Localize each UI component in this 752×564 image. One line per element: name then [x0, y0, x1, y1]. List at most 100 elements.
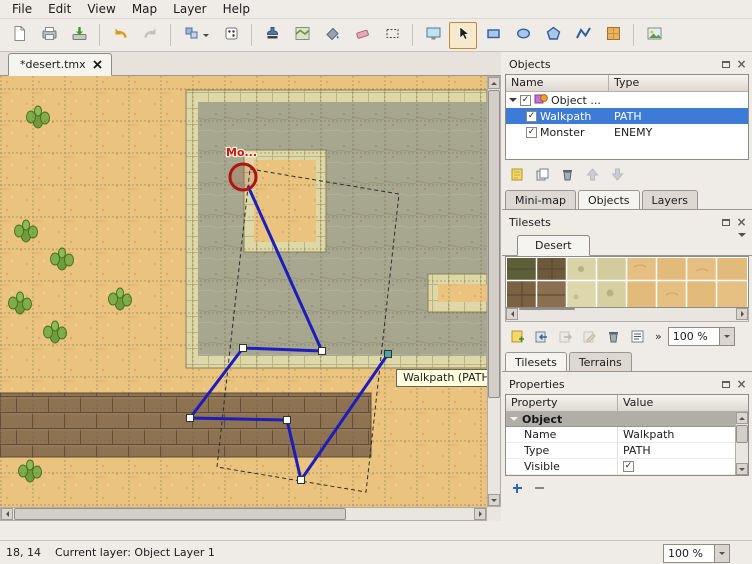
- right-arrow-icon: [479, 511, 485, 517]
- map-zoom-combo[interactable]: 100 %: [663, 544, 730, 563]
- visibility-checkbox[interactable]: [520, 95, 531, 106]
- remove-object-button[interactable]: [557, 164, 577, 184]
- new-object-button[interactable]: [507, 164, 527, 184]
- edit-tileset-button[interactable]: [579, 326, 599, 346]
- lower-object-button[interactable]: [607, 164, 627, 184]
- redo-button[interactable]: [136, 22, 164, 49]
- vertical-scroll-thumb[interactable]: [488, 90, 500, 398]
- expander-icon[interactable]: [510, 417, 518, 425]
- property-group-object[interactable]: Object: [506, 412, 748, 427]
- visibility-checkbox[interactable]: [526, 127, 537, 138]
- close-panel-button[interactable]: [735, 58, 748, 71]
- tileset-scroll-thumb[interactable]: [519, 308, 575, 310]
- scroll-left-button[interactable]: [506, 308, 518, 320]
- properties-scrollbar[interactable]: [735, 412, 748, 475]
- menu-view[interactable]: View: [79, 0, 123, 18]
- document-tab-desert[interactable]: *desert.tmx: [8, 53, 112, 76]
- menu-map[interactable]: Map: [124, 0, 165, 18]
- vertex-handle-hovered[interactable]: [385, 351, 392, 358]
- menu-file[interactable]: File: [4, 0, 40, 18]
- delete-tileset-button[interactable]: [603, 326, 623, 346]
- tab-terrains[interactable]: Terrains: [569, 352, 632, 371]
- tab-mini-map[interactable]: Mini-map: [505, 190, 576, 209]
- highlight-layer-button[interactable]: [419, 22, 447, 49]
- tileset-list-dropdown[interactable]: [738, 237, 746, 250]
- objects-tree-header[interactable]: Name Type: [506, 75, 748, 92]
- map-canvas[interactable]: Mo...: [0, 76, 487, 507]
- bucket-fill-button[interactable]: [318, 22, 346, 49]
- float-icon: [722, 219, 730, 226]
- column-name[interactable]: Name: [506, 75, 609, 91]
- random-mode-button[interactable]: [217, 22, 245, 49]
- expander-icon[interactable]: [509, 98, 517, 106]
- map-zoom-dropdown[interactable]: [715, 544, 730, 563]
- close-panel-button[interactable]: [735, 216, 748, 229]
- insert-image-button[interactable]: [640, 22, 668, 49]
- monster-row[interactable]: Monster ENEMY: [506, 124, 748, 140]
- property-row-visible[interactable]: Visible: [506, 459, 748, 475]
- scroll-up-button[interactable]: [488, 77, 500, 89]
- scroll-right-button[interactable]: [736, 308, 748, 320]
- import-tileset-button[interactable]: [531, 326, 551, 346]
- export-tileset-button[interactable]: [555, 326, 575, 346]
- menu-help[interactable]: Help: [215, 0, 258, 18]
- insert-rectangle-button[interactable]: [479, 22, 507, 49]
- execute-command-button[interactable]: [177, 22, 215, 49]
- undo-button[interactable]: [106, 22, 134, 49]
- visibility-checkbox[interactable]: [526, 111, 537, 122]
- map-horizontal-scrollbar[interactable]: [0, 507, 487, 521]
- tileset-zoom-dropdown[interactable]: [720, 327, 735, 346]
- tab-layers[interactable]: Layers: [642, 190, 698, 209]
- scroll-left-button[interactable]: [1, 508, 13, 520]
- properties-scroll-thumb[interactable]: [736, 425, 748, 443]
- add-property-button[interactable]: [508, 480, 526, 496]
- tileset-scrollbar[interactable]: [505, 308, 749, 322]
- close-tab-icon[interactable]: [93, 60, 102, 69]
- insert-polygon-button[interactable]: [539, 22, 567, 49]
- walkpath-row[interactable]: Walkpath PATH: [506, 108, 748, 124]
- menu-layer[interactable]: Layer: [165, 0, 214, 18]
- new-tileset-button[interactable]: [507, 326, 527, 346]
- float-panel-button[interactable]: [719, 58, 732, 71]
- monster-object[interactable]: [230, 164, 256, 190]
- scroll-right-button[interactable]: [474, 508, 486, 520]
- terrain-brush-button[interactable]: [288, 22, 316, 49]
- remove-property-button[interactable]: [530, 480, 548, 496]
- horizontal-scroll-thumb[interactable]: [14, 508, 346, 520]
- float-panel-button[interactable]: [719, 378, 732, 391]
- property-row-name[interactable]: Name Walkpath: [506, 427, 748, 443]
- select-objects-button[interactable]: [449, 22, 477, 49]
- scroll-up-button[interactable]: [736, 412, 748, 424]
- scroll-down-button[interactable]: [488, 494, 500, 506]
- visible-checkbox[interactable]: [623, 461, 634, 472]
- toolbar-overflow-button[interactable]: »: [655, 330, 662, 343]
- property-row-type[interactable]: Type PATH: [506, 443, 748, 459]
- open-file-button[interactable]: [35, 22, 63, 49]
- insert-tile-button[interactable]: [599, 22, 627, 49]
- column-value[interactable]: Value: [618, 395, 748, 411]
- menu-edit[interactable]: Edit: [40, 0, 79, 18]
- close-panel-button[interactable]: [735, 378, 748, 391]
- rectangular-select-button[interactable]: [378, 22, 406, 49]
- properties-header[interactable]: Property Value: [506, 395, 748, 412]
- float-panel-button[interactable]: [719, 216, 732, 229]
- eraser-button[interactable]: [348, 22, 376, 49]
- object-layer-row[interactable]: Object ...: [506, 92, 748, 108]
- new-file-button[interactable]: [5, 22, 33, 49]
- duplicate-object-button[interactable]: [532, 164, 552, 184]
- tab-objects[interactable]: Objects: [578, 190, 640, 209]
- stamp-brush-button[interactable]: [258, 22, 286, 49]
- column-type[interactable]: Type: [609, 75, 748, 91]
- tileset-tab-desert[interactable]: Desert: [517, 235, 590, 256]
- tab-tilesets[interactable]: Tilesets: [505, 352, 567, 371]
- tileset-properties-button[interactable]: [627, 326, 647, 346]
- insert-polyline-button[interactable]: [569, 22, 597, 49]
- map-vertical-scrollbar[interactable]: [487, 76, 501, 507]
- tileset-zoom-combo[interactable]: 100 %: [668, 327, 735, 346]
- scroll-down-button[interactable]: [736, 463, 748, 475]
- column-property[interactable]: Property: [506, 395, 618, 411]
- save-file-button[interactable]: [65, 22, 93, 49]
- raise-object-button[interactable]: [582, 164, 602, 184]
- tileset-view[interactable]: [505, 256, 749, 308]
- insert-ellipse-button[interactable]: [509, 22, 537, 49]
